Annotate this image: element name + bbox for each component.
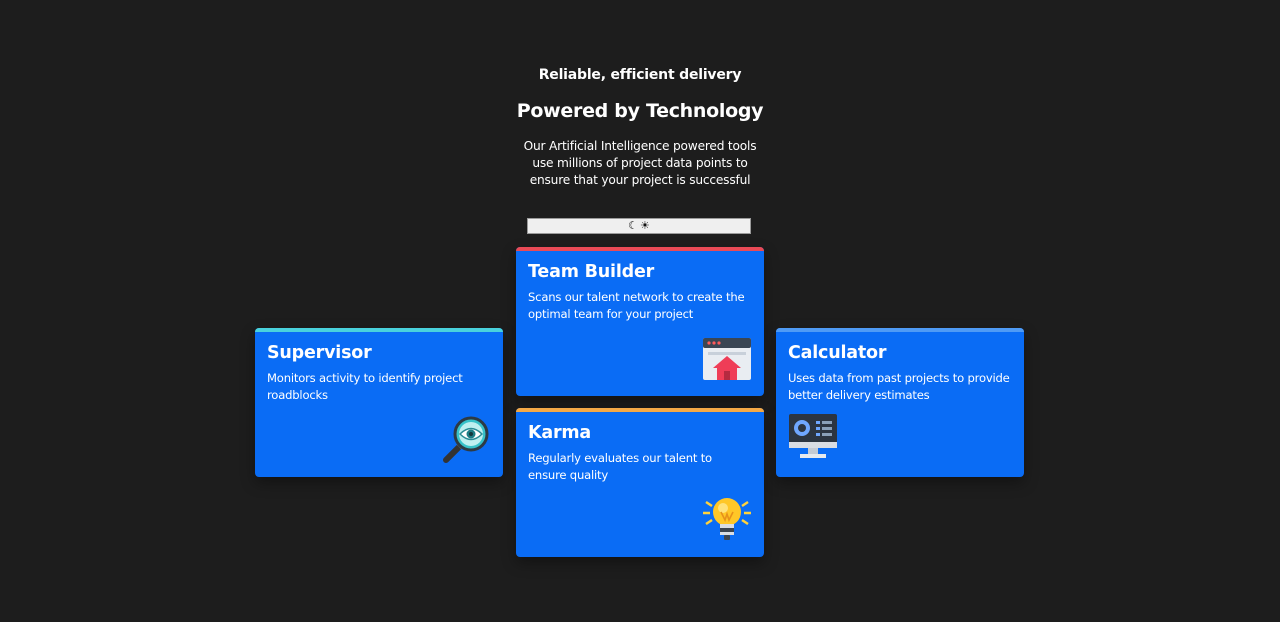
section-intro: Our Artificial Intelligence powered tool… <box>523 139 757 187</box>
card-title: Team Builder <box>528 262 655 282</box>
card-title: Calculator <box>788 343 887 363</box>
section-subtitle: Reliable, efficient delivery <box>538 67 742 83</box>
monitor-chart-icon <box>789 414 837 458</box>
lightbulb-icon <box>703 498 751 540</box>
card-karma: Karma Regularly evaluates our talent to … <box>516 408 764 557</box>
card-title: Supervisor <box>267 343 372 363</box>
sun-icon: ☀ <box>640 219 650 232</box>
card-description: Monitors activity to identify project ro… <box>267 371 463 402</box>
card-description: Scans our talent network to create the o… <box>528 290 745 321</box>
card-calculator: Calculator Uses data from past projects … <box>776 328 1024 477</box>
section-title: Powered by Technology <box>516 100 764 122</box>
moon-icon: ☾ <box>628 219 638 232</box>
card-supervisor: Supervisor Monitors activity to identify… <box>255 328 503 477</box>
team-builder-icon <box>703 338 751 380</box>
card-team-builder: Team Builder Scans our talent network to… <box>516 247 764 396</box>
card-title: Karma <box>528 423 592 443</box>
theme-toggle-button[interactable]: ☾ ☀ <box>527 218 751 234</box>
card-description: Regularly evaluates our talent to ensure… <box>528 451 712 482</box>
card-description: Uses data from past projects to provide … <box>788 371 1010 402</box>
magnifier-eye-icon <box>443 416 489 463</box>
